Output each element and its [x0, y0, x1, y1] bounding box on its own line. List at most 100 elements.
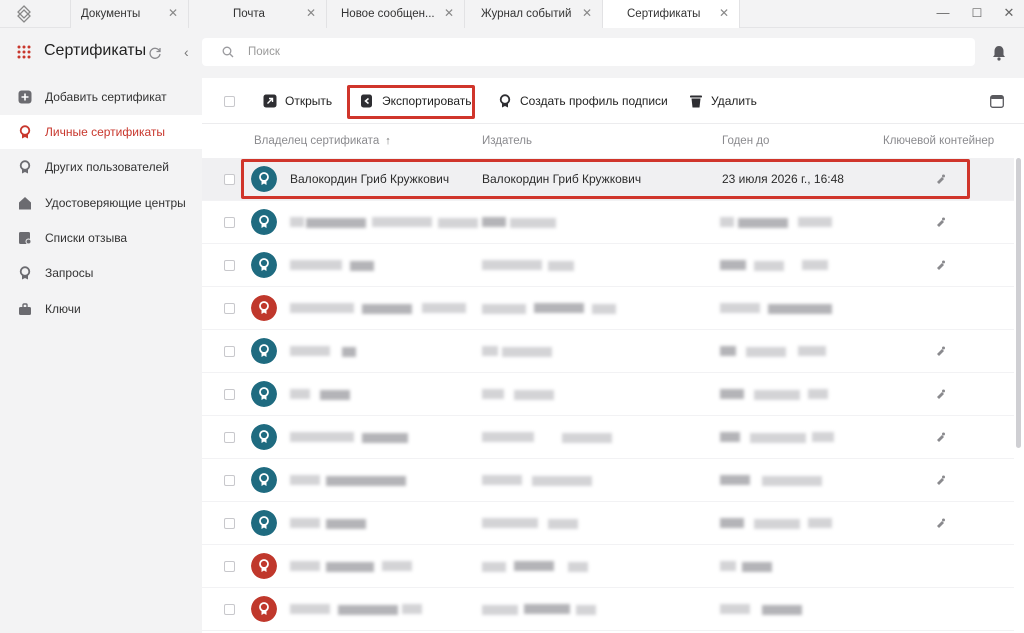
open-button[interactable]: Открыть: [263, 90, 332, 112]
row-checkbox[interactable]: [224, 475, 235, 486]
column-header-issuer[interactable]: Издатель: [482, 135, 532, 147]
table-row[interactable]: [202, 330, 1014, 373]
key-container-icon[interactable]: [934, 474, 946, 486]
row-checkbox[interactable]: [224, 432, 235, 443]
redacted-text: [290, 346, 330, 356]
row-checkbox[interactable]: [224, 561, 235, 572]
redacted-text: [290, 303, 354, 313]
sidebar-item-other-users[interactable]: Других пользователей: [0, 150, 202, 184]
certificate-icon: [499, 94, 511, 108]
table-row[interactable]: [202, 588, 1014, 631]
close-icon[interactable]: ✕: [166, 6, 180, 20]
sidebar-item-add-certificate[interactable]: Добавить сертификат: [0, 80, 202, 114]
redacted-text: [372, 217, 432, 227]
key-case-icon: [19, 303, 31, 315]
redacted-text: [362, 304, 412, 314]
maximize-button[interactable]: ☐: [968, 5, 986, 21]
close-icon[interactable]: ✕: [717, 6, 731, 20]
redacted-text: [762, 476, 822, 486]
row-checkbox[interactable]: [224, 346, 235, 357]
close-icon[interactable]: ✕: [304, 6, 318, 20]
search-bar: [202, 38, 975, 66]
apps-grid-icon[interactable]: [17, 45, 31, 59]
key-container-icon[interactable]: [934, 431, 946, 443]
column-header-key-container[interactable]: Ключевой контейнер: [883, 135, 994, 147]
open-external-icon: [263, 94, 277, 108]
redacted-text: [808, 518, 832, 528]
close-icon[interactable]: ✕: [580, 6, 594, 20]
tab-certificates[interactable]: Сертификаты ✕: [602, 0, 740, 28]
certificate-status-expired-icon: [251, 295, 277, 321]
table-row[interactable]: [202, 244, 1014, 287]
column-header-owner[interactable]: Владелец сертификата ↑: [254, 135, 391, 147]
key-container-icon[interactable]: [934, 259, 946, 271]
redacted-text: [290, 389, 310, 399]
toolbar: Открыть Экспортировать Создать профиль п…: [202, 78, 1024, 124]
redacted-text: [548, 519, 578, 529]
bell-icon[interactable]: [992, 45, 1006, 61]
tab-label: Почта: [233, 8, 265, 20]
search-icon: [222, 46, 234, 58]
redacted-text: [482, 432, 534, 442]
key-container-icon[interactable]: [934, 345, 946, 357]
row-checkbox[interactable]: [224, 260, 235, 271]
table-row[interactable]: [202, 459, 1014, 502]
redacted-text: [802, 260, 828, 270]
table-row[interactable]: [202, 416, 1014, 459]
sidebar-item-requests[interactable]: Запросы: [0, 256, 202, 290]
scrollbar[interactable]: [1016, 158, 1021, 448]
chevron-left-icon[interactable]: ‹: [184, 44, 196, 60]
table-row[interactable]: [202, 545, 1014, 588]
tab-new-message[interactable]: Новое сообщен... ✕: [326, 0, 464, 28]
redacted-text: [306, 218, 366, 228]
row-checkbox[interactable]: [224, 217, 235, 228]
redacted-text: [482, 217, 506, 227]
redacted-text: [720, 217, 734, 227]
column-settings-icon[interactable]: [990, 95, 1004, 108]
table-row[interactable]: [202, 201, 1014, 244]
tab-event-log[interactable]: Журнал событий ✕: [464, 0, 602, 28]
row-checkbox[interactable]: [224, 389, 235, 400]
redacted-text: [482, 389, 504, 399]
column-header-valid-until[interactable]: Годен до: [722, 135, 769, 147]
tab-documents[interactable]: Документы ✕: [70, 0, 188, 28]
redacted-text: [290, 217, 304, 227]
redacted-text: [326, 476, 406, 486]
tab-mail[interactable]: Почта ✕: [188, 0, 326, 28]
redacted-text: [290, 518, 320, 528]
redacted-text: [738, 218, 788, 228]
selected-row-highlight-box: [241, 159, 970, 199]
redacted-text: [746, 347, 786, 357]
redacted-text: [342, 347, 356, 357]
sidebar: Сертификаты ‹ Добавить сертификат Личные…: [0, 28, 202, 633]
certificate-status-expired-icon: [251, 596, 277, 622]
key-container-icon[interactable]: [934, 388, 946, 400]
certificate-status-valid-icon: [251, 467, 277, 493]
close-icon[interactable]: ✕: [442, 6, 456, 20]
table-row[interactable]: [202, 502, 1014, 545]
redacted-text: [808, 389, 828, 399]
refresh-icon[interactable]: [148, 46, 162, 60]
delete-button[interactable]: Удалить: [689, 90, 757, 112]
row-checkbox[interactable]: [224, 174, 235, 185]
key-container-icon[interactable]: [934, 216, 946, 228]
sidebar-item-certification-authorities[interactable]: Удостоверяющие центры: [0, 186, 202, 220]
minimize-button[interactable]: —: [934, 5, 952, 21]
sidebar-item-keys[interactable]: Ключи: [0, 292, 202, 326]
search-input[interactable]: [248, 44, 848, 60]
row-checkbox[interactable]: [224, 303, 235, 314]
key-container-icon[interactable]: [934, 517, 946, 529]
close-window-button[interactable]: ✕: [1000, 5, 1018, 21]
sidebar-item-personal-certificates[interactable]: Личные сертификаты: [0, 115, 202, 149]
create-signature-profile-button[interactable]: Создать профиль подписи: [498, 90, 668, 112]
redacted-text: [750, 433, 806, 443]
redacted-text: [754, 261, 784, 271]
select-all-checkbox[interactable]: [224, 96, 235, 107]
row-checkbox[interactable]: [224, 518, 235, 529]
sidebar-item-revocation-lists[interactable]: Списки отзыва: [0, 221, 202, 255]
row-checkbox[interactable]: [224, 604, 235, 615]
sort-arrow-up-icon[interactable]: ↑: [385, 135, 391, 147]
table-row[interactable]: [202, 287, 1014, 330]
table-row[interactable]: [202, 373, 1014, 416]
redacted-text: [290, 260, 342, 270]
